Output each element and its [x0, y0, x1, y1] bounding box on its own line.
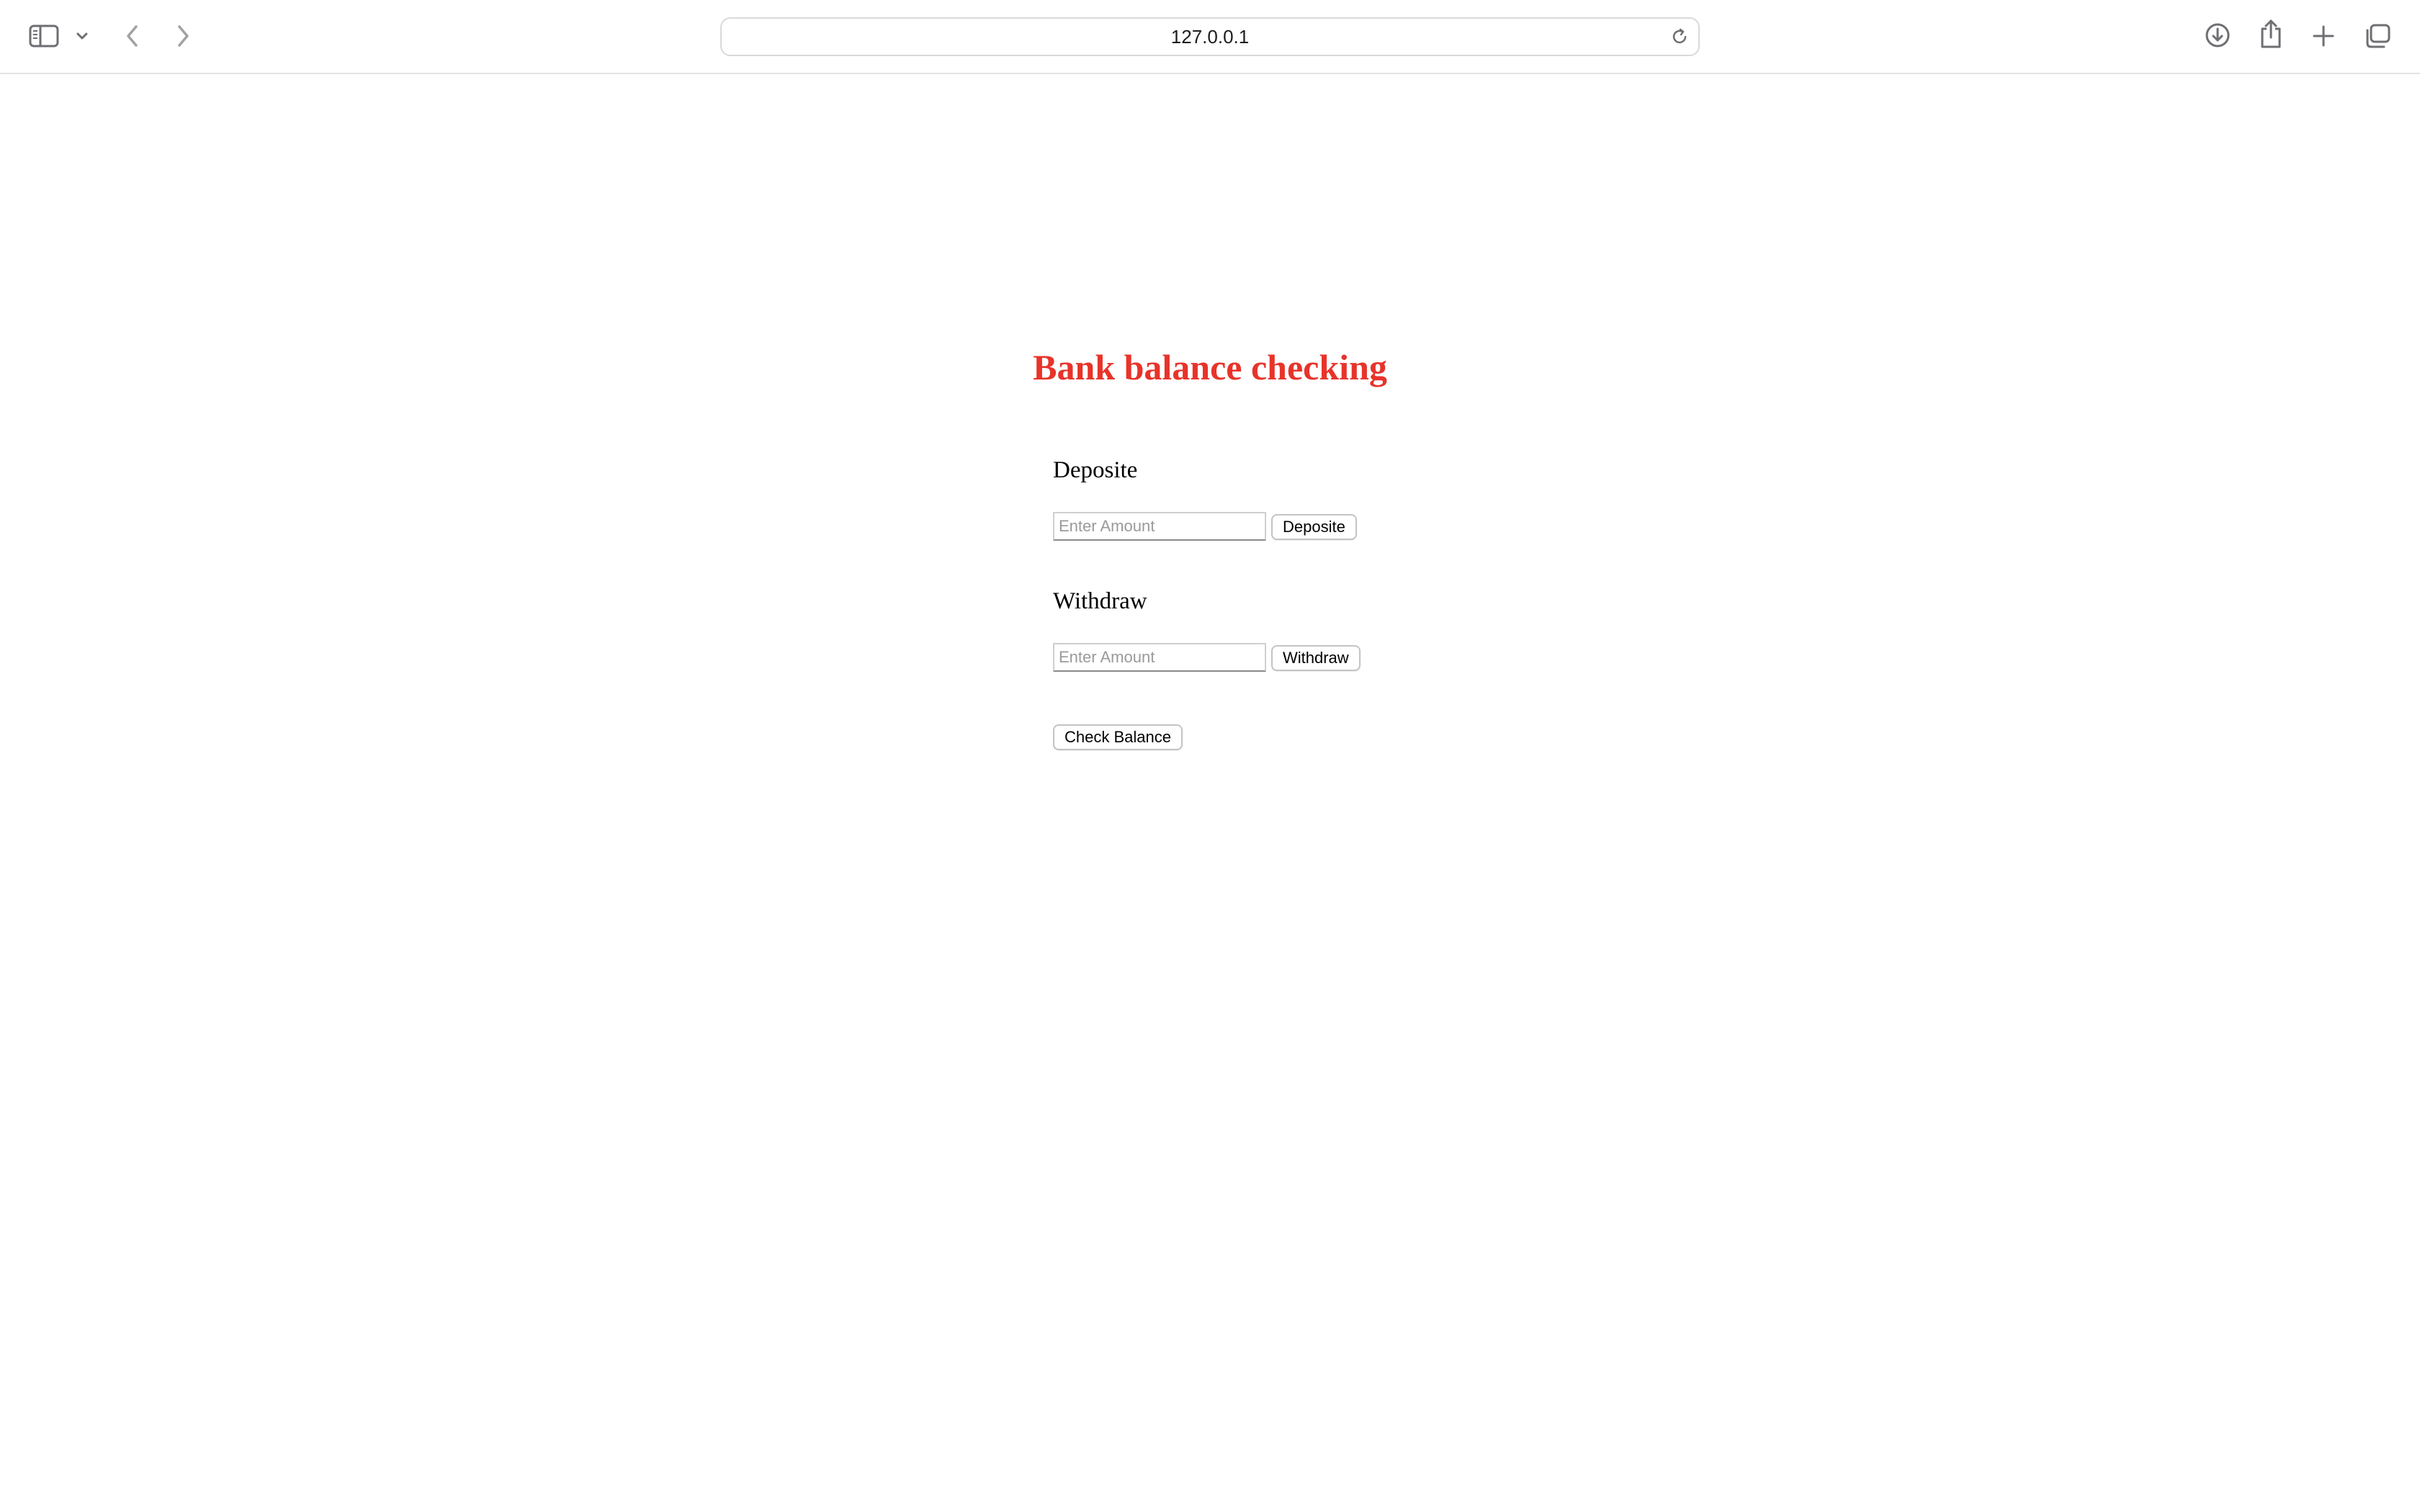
withdraw-amount-input[interactable] — [1053, 643, 1266, 672]
browser-window: 127.0.0.1 Bank balance checking Deposite… — [0, 0, 2420, 1512]
browser-toolbar: 127.0.0.1 — [0, 0, 2420, 74]
deposit-amount-input[interactable] — [1053, 512, 1266, 541]
address-bar[interactable]: 127.0.0.1 — [720, 17, 1700, 56]
page-content: Bank balance checking Deposite Deposite … — [0, 74, 2420, 1512]
chevron-left-icon[interactable] — [121, 22, 144, 50]
sidebar-icon[interactable] — [27, 22, 60, 50]
deposit-heading: Deposite — [1053, 457, 1138, 483]
withdraw-heading: Withdraw — [1053, 588, 1147, 614]
address-url: 127.0.0.1 — [1170, 25, 1250, 48]
tabs-icon[interactable] — [2362, 22, 2393, 50]
check-balance-button[interactable]: Check Balance — [1053, 724, 1183, 750]
chevron-right-icon[interactable] — [171, 22, 194, 50]
download-icon[interactable] — [2202, 20, 2233, 50]
plus-icon[interactable] — [2309, 22, 2338, 50]
page-title: Bank balance checking — [1033, 347, 1387, 387]
withdraw-button[interactable]: Withdraw — [1271, 645, 1361, 671]
share-icon[interactable] — [2256, 17, 2286, 50]
reload-icon[interactable] — [1668, 25, 1691, 48]
chevron-down-icon[interactable] — [73, 27, 91, 45]
deposit-button[interactable]: Deposite — [1271, 514, 1357, 540]
